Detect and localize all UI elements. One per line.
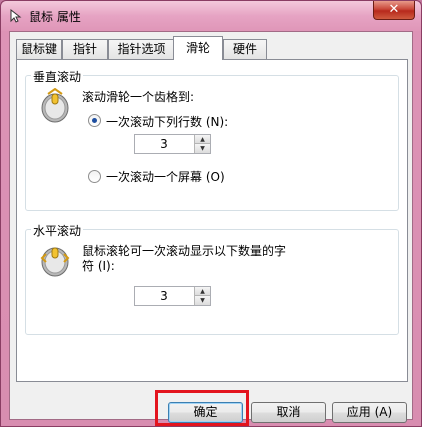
horizontal-description-line2: 符 (I): xyxy=(82,259,115,273)
vertical-scroll-label: 垂直滚动 xyxy=(31,68,84,85)
lines-radio[interactable] xyxy=(88,114,101,127)
dialog-body: 鼠标键 指针 指针选项 滑轮 硬件 垂直滚动 滚动滑轮一个齿格到: 一次滚动下列… xyxy=(9,31,413,423)
wheel-tab-panel: 垂直滚动 滚动滑轮一个齿格到: 一次滚动下列行数 (N): 3 ▲ ▼ 一次滚动… xyxy=(16,59,408,382)
chars-value[interactable]: 3 xyxy=(135,289,193,303)
tab-label: 指针 xyxy=(72,42,97,56)
mouse-wheel-icon xyxy=(40,247,70,277)
screen-radio[interactable] xyxy=(88,170,101,183)
close-button[interactable]: ✕ xyxy=(373,1,415,20)
tab-label: 滑轮 xyxy=(185,41,210,55)
screen-radio-label[interactable]: 一次滚动一个屏幕 (O) xyxy=(106,168,225,185)
horizontal-scroll-label: 水平滚动 xyxy=(31,222,84,239)
window-title: 鼠标 属性 xyxy=(29,10,81,24)
tab-label: 指针选项 xyxy=(117,42,166,56)
tab-pointers[interactable]: 指针 xyxy=(62,39,108,59)
tab-wheel[interactable]: 滑轮 xyxy=(173,36,223,60)
mouse-wheel-icon xyxy=(41,88,69,123)
tab-label: 鼠标键 xyxy=(20,42,57,56)
vertical-scroll-group: 垂直滚动 滚动滑轮一个齿格到: 一次滚动下列行数 (N): 3 ▲ ▼ 一次滚动… xyxy=(25,68,399,211)
spin-up-arrow-icon[interactable]: ▲ xyxy=(194,135,210,144)
title-bar[interactable]: 鼠标 属性 ✕ xyxy=(1,1,421,31)
lines-radio-label[interactable]: 一次滚动下列行数 (N): xyxy=(106,113,228,130)
wheel-notch-label: 滚动滑轮一个齿格到: xyxy=(82,90,195,104)
spin-down-arrow-icon[interactable]: ▼ xyxy=(194,296,210,305)
tab-pointer-options[interactable]: 指针选项 xyxy=(108,39,175,59)
tab-buttons[interactable]: 鼠标键 xyxy=(16,39,62,59)
horizontal-scroll-group: 水平滚动 鼠标滚轮可一次滚动显示以下数量的字 符 (I): 3 ▲ ▼ xyxy=(25,222,399,335)
highlight-box xyxy=(155,390,249,426)
spin-up-arrow-icon[interactable]: ▲ xyxy=(194,287,210,296)
chars-spinner[interactable]: 3 ▲ ▼ xyxy=(134,286,211,306)
apply-button[interactable]: 应用 (A) xyxy=(332,402,407,423)
spin-down-arrow-icon[interactable]: ▼ xyxy=(194,144,210,153)
lines-value[interactable]: 3 xyxy=(135,137,193,151)
tab-hardware[interactable]: 硬件 xyxy=(223,39,267,59)
cancel-button[interactable]: 取消 xyxy=(251,402,326,423)
mouse-pointer-icon xyxy=(10,9,22,23)
lines-spinner[interactable]: 3 ▲ ▼ xyxy=(134,134,211,154)
mouse-properties-window: 鼠标 属性 ✕ 鼠标键 指针 指针选项 滑轮 硬件 垂直滚动 滚动滑轮一个齿格到… xyxy=(0,0,422,427)
tab-label: 硬件 xyxy=(232,42,257,56)
